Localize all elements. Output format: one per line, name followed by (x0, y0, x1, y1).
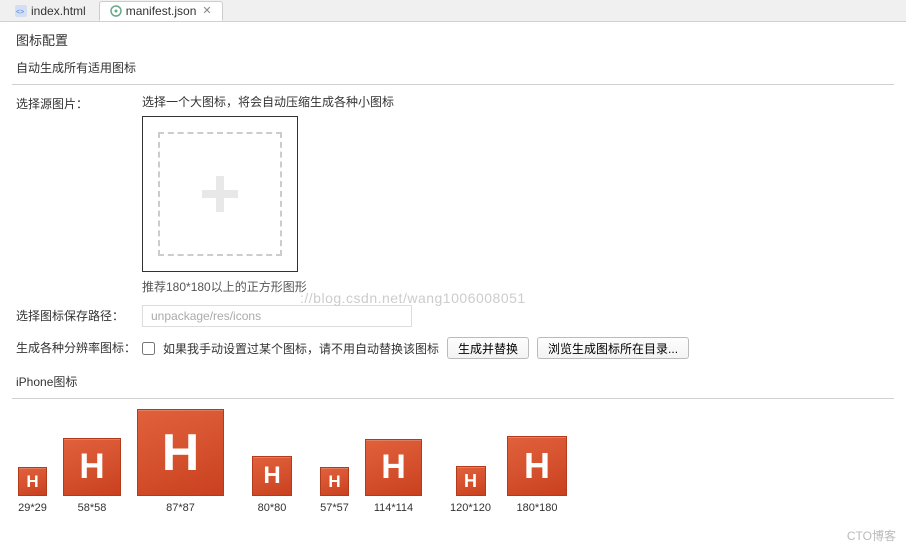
app-icon-letter: H (524, 445, 550, 487)
icon-size-label: 29*29 (18, 502, 47, 514)
icon-cell[interactable]: H 58*58 (63, 438, 121, 514)
label-source-image: 选择源图片： (16, 93, 142, 112)
app-icon-preview: H (18, 467, 47, 496)
save-path-input[interactable] (142, 305, 412, 327)
label-generate: 生成各种分辨率图标： (16, 337, 142, 356)
icon-cell[interactable]: H 80*80 (252, 456, 292, 514)
icon-cell[interactable]: H 120*120 (450, 466, 491, 514)
icon-cluster: H 120*120 H 180*180 (450, 436, 567, 514)
section-iphone-icons: iPhone图标 H29*29H58*58H87*87H80*80H57*57H… (12, 373, 894, 514)
dropzone-inner (158, 132, 282, 256)
json-file-icon (110, 5, 122, 17)
icon-cell[interactable]: H 57*57 (320, 467, 349, 514)
icon-cell[interactable]: H 114*114 (365, 439, 422, 514)
app-icon-preview: H (137, 409, 224, 496)
app-icon-preview: H (456, 466, 486, 496)
checkbox-no-replace[interactable] (142, 342, 155, 355)
icon-size-label: 114*114 (374, 502, 413, 514)
app-icon-preview: H (365, 439, 422, 496)
tab-label: manifest.json (126, 4, 197, 18)
editor-tabs: <> index.html manifest.json ✕ (0, 0, 906, 22)
icon-cell[interactable]: H 87*87 (137, 409, 224, 514)
generate-button[interactable]: 生成并替换 (447, 337, 529, 359)
panel-title: 图标配置 (0, 22, 906, 55)
section-auto-generate: 自动生成所有适用图标 选择源图片： 选择一个大图标，将会自动压缩生成各种小图标 … (12, 59, 894, 359)
app-icon-letter: H (464, 471, 477, 492)
plus-icon (198, 172, 242, 216)
checkbox-hint: 如果我手动设置过某个图标，请不用自动替换该图标 (163, 340, 439, 357)
icon-size-label: 87*87 (166, 502, 195, 514)
hint-source-image: 选择一个大图标，将会自动压缩生成各种小图标 (142, 93, 890, 110)
app-icon-letter: H (79, 447, 104, 487)
section-legend: 自动生成所有适用图标 (12, 61, 140, 75)
dropzone-caption: 推荐180*180以上的正方形图形 (142, 278, 890, 295)
html-file-icon: <> (15, 5, 27, 17)
app-icon-letter: H (26, 472, 38, 492)
svg-text:<>: <> (16, 9, 24, 16)
icon-size-label: 120*120 (450, 502, 491, 514)
icon-size-label: 80*80 (258, 502, 287, 514)
close-icon[interactable]: ✕ (202, 4, 211, 17)
iphone-icons-row: H 29*29 H 58*58 H 87*87 H 80*80 H 57*57 H 114*114 H 1… (12, 399, 894, 514)
icon-cluster: H 57*57 H 114*114 (320, 439, 422, 514)
watermark-brand: CTO博客 (847, 527, 896, 544)
icon-size-label: 58*58 (78, 502, 107, 514)
tab-index-html[interactable]: <> index.html (4, 1, 97, 21)
label-save-path: 选择图标保存路径： (16, 305, 142, 324)
app-icon-preview: H (63, 438, 121, 496)
app-icon-letter: H (162, 423, 200, 483)
icon-cell[interactable]: H 29*29 (18, 467, 47, 514)
app-icon-preview: H (507, 436, 567, 496)
app-icon-preview: H (252, 456, 292, 496)
icon-cluster: H 80*80 (252, 456, 292, 514)
icon-cluster: H 29*29 H 58*58 H 87*87 (18, 409, 224, 514)
app-icon-letter: H (381, 448, 406, 487)
image-dropzone[interactable] (142, 116, 298, 272)
icon-size-label: 57*57 (320, 502, 349, 514)
app-icon-letter: H (328, 472, 340, 492)
app-icon-letter: H (263, 462, 280, 490)
app-icon-preview: H (320, 467, 349, 496)
icon-cell[interactable]: H 180*180 (507, 436, 567, 514)
browse-output-button[interactable]: 浏览生成图标所在目录... (537, 337, 689, 359)
section-legend: iPhone图标 (12, 375, 81, 389)
tab-manifest-json[interactable]: manifest.json ✕ (99, 1, 223, 21)
icon-size-label: 180*180 (517, 502, 558, 514)
tab-label: index.html (31, 4, 86, 18)
